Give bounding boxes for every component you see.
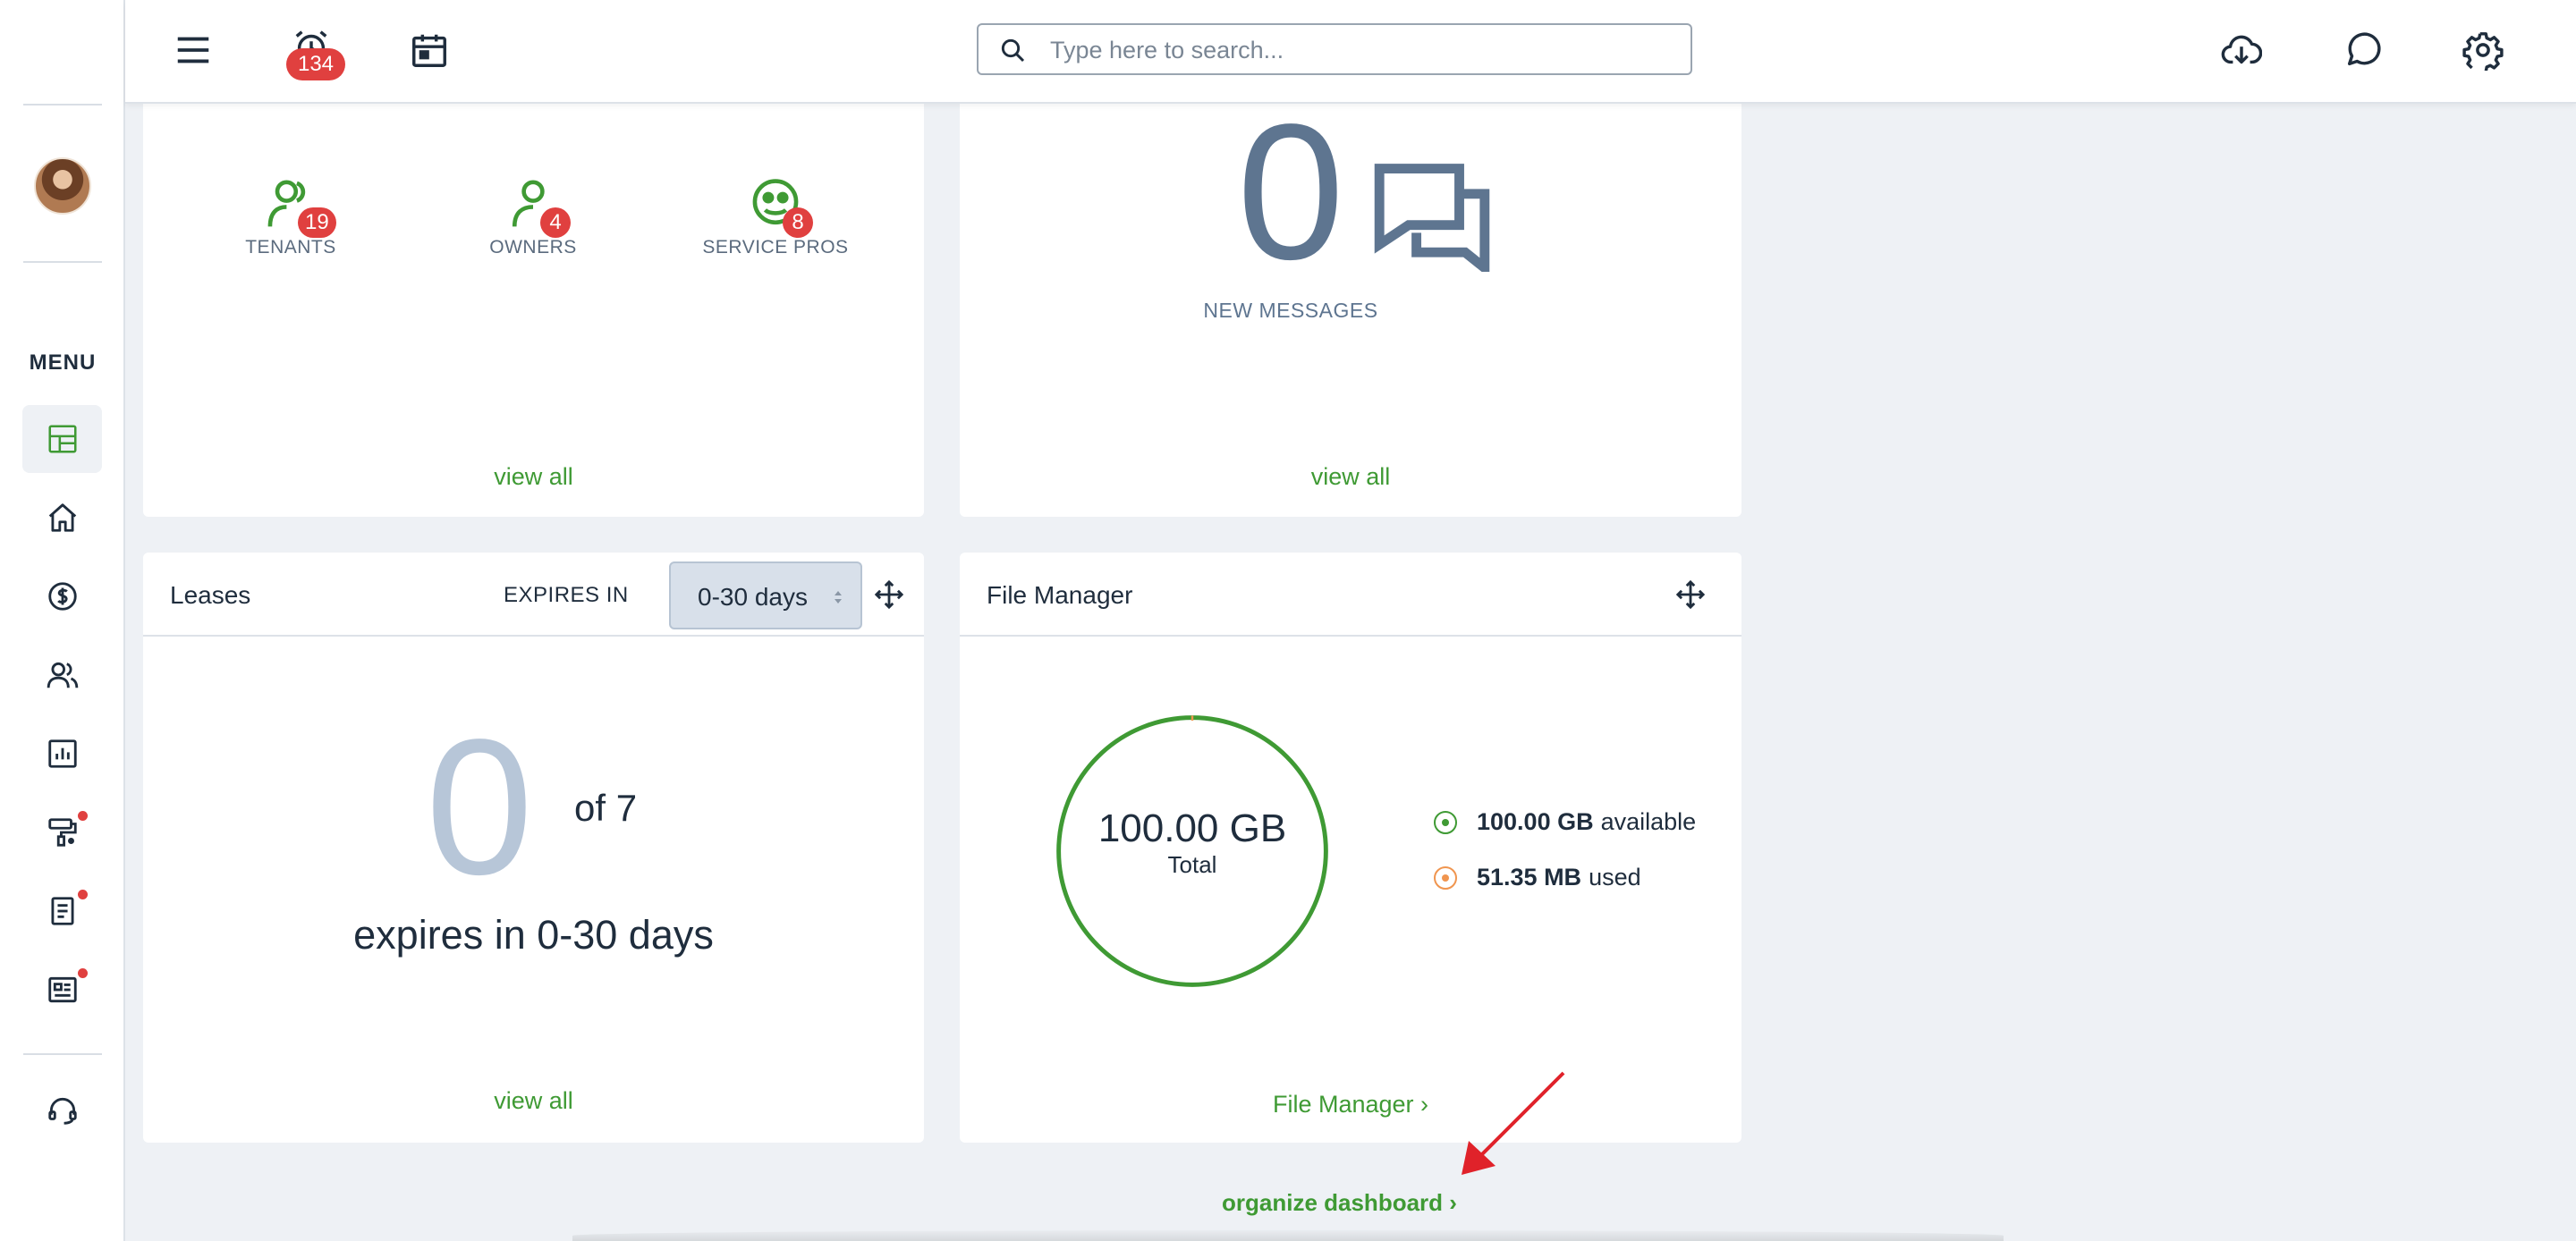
dashboard-icon [47, 425, 77, 453]
owners-stat[interactable]: 4 OWNERS [444, 177, 623, 258]
sidebar: MENU [0, 0, 125, 1241]
leases-expiry-caption: expires in 0-30 days [353, 912, 714, 958]
sidebar-item-documents[interactable] [22, 877, 102, 945]
headset-icon [47, 1097, 77, 1125]
service-pros-stat[interactable]: 8 SERVICE PROS [686, 177, 865, 258]
available-marker-icon [1434, 810, 1457, 834]
calendar-button[interactable] [404, 25, 454, 75]
owners-label: OWNERS [489, 237, 577, 257]
storage-used-label: used [1589, 864, 1641, 891]
sidebar-item-reports[interactable] [22, 720, 102, 788]
storage-available-label: available [1600, 808, 1697, 835]
home-icon [48, 503, 76, 532]
expires-range-value: 0-30 days [698, 583, 808, 611]
calendar-icon [412, 34, 446, 67]
menu-label: MENU [29, 350, 97, 375]
new-messages-count: 0 [1236, 83, 1345, 300]
service-pros-label: SERVICE PROS [702, 237, 849, 257]
drag-move-icon[interactable] [1675, 579, 1706, 610]
expires-in-label: EXPIRES IN [504, 583, 629, 607]
newspaper-icon [47, 976, 77, 1003]
cloud-download-icon [2221, 35, 2262, 64]
sidebar-item-properties[interactable] [22, 484, 102, 552]
contacts-card: 19 TENANTS 4 OWNERS 8 SERVICE PROS view … [143, 98, 924, 517]
storage-total-value: 100.00 GB [1097, 806, 1287, 850]
sidebar-item-dashboard[interactable] [22, 405, 102, 473]
expiring-leases-count: 0 [425, 698, 534, 915]
settings-button[interactable] [2458, 25, 2508, 75]
sidebar-item-communications[interactable] [22, 956, 102, 1024]
service-pros-count-badge: 8 [783, 207, 813, 238]
messages-button[interactable] [2338, 25, 2388, 75]
chat-bubble-icon [2347, 32, 2381, 66]
search-icon [1001, 38, 1025, 63]
top-bar: 134 [125, 0, 2576, 104]
sidebar-divider [23, 104, 102, 106]
reports-icon [47, 739, 77, 768]
contacts-view-all-link[interactable]: view all [143, 463, 924, 491]
bottom-panel-edge [572, 1230, 2004, 1241]
sidebar-divider [23, 1053, 102, 1055]
storage-used-row: 51.35 MB used [1434, 864, 1641, 891]
leases-view-all-link[interactable]: view all [143, 1087, 924, 1115]
download-button[interactable] [2216, 25, 2267, 75]
new-messages-label: NEW MESSAGES [1203, 299, 1378, 322]
tenants-count-badge: 19 [298, 207, 336, 238]
leases-card: Leases EXPIRES IN 0-30 days 0 of 7 expir… [143, 553, 924, 1143]
notification-dot [78, 968, 88, 978]
user-avatar[interactable] [34, 157, 91, 215]
hamburger-menu-button[interactable] [168, 25, 218, 75]
paint-roller-icon [47, 818, 77, 847]
hamburger-icon [177, 37, 209, 63]
tenants-label: TENANTS [245, 237, 336, 257]
sidebar-item-maintenance[interactable] [22, 798, 102, 866]
annotation-arrow-icon [1462, 1071, 1565, 1175]
expires-range-select[interactable]: 0-30 days [669, 561, 862, 629]
storage-total-label: Total [1167, 851, 1217, 878]
tenants-stat[interactable]: 19 TENANTS [201, 177, 380, 258]
messages-card: 0 NEW MESSAGES view all [960, 83, 1741, 517]
notification-dot [78, 811, 88, 821]
leases-title: Leases [170, 581, 251, 609]
sidebar-item-accounting[interactable] [22, 562, 102, 630]
used-marker-icon [1434, 865, 1457, 890]
gear-icon [2462, 32, 2504, 71]
messages-bubbles-icon [1374, 164, 1490, 272]
dollar-icon [47, 582, 77, 611]
notification-dot [78, 890, 88, 899]
sidebar-item-people[interactable] [22, 641, 102, 709]
file-manager-card: File Manager 100.00 GB Total 100.00 GB a… [960, 553, 1741, 1143]
storage-available-value: 100.00 GB [1477, 808, 1594, 835]
select-arrows-icon [835, 591, 842, 604]
storage-available-row: 100.00 GB available [1434, 808, 1696, 836]
search-input[interactable] [1050, 32, 1667, 68]
sidebar-item-support[interactable] [22, 1076, 102, 1144]
file-manager-card-header: File Manager [960, 553, 1741, 637]
organize-dashboard-link[interactable]: organize dashboard › [1222, 1189, 1457, 1217]
owners-count-badge: 4 [540, 207, 571, 238]
people-icon [47, 662, 78, 688]
leases-card-header: Leases EXPIRES IN 0-30 days [143, 553, 924, 637]
alarm-count-badge: 134 [286, 48, 345, 80]
messages-view-all-link[interactable]: view all [960, 463, 1741, 491]
file-manager-link[interactable]: File Manager › [960, 1091, 1741, 1119]
file-manager-title: File Manager [987, 581, 1133, 609]
document-icon [50, 897, 74, 925]
sidebar-divider [23, 261, 102, 263]
storage-used-value: 51.35 MB [1477, 864, 1582, 891]
drag-move-icon[interactable] [874, 579, 904, 610]
leases-of-total: of 7 [574, 787, 638, 829]
search-box [977, 23, 1692, 75]
